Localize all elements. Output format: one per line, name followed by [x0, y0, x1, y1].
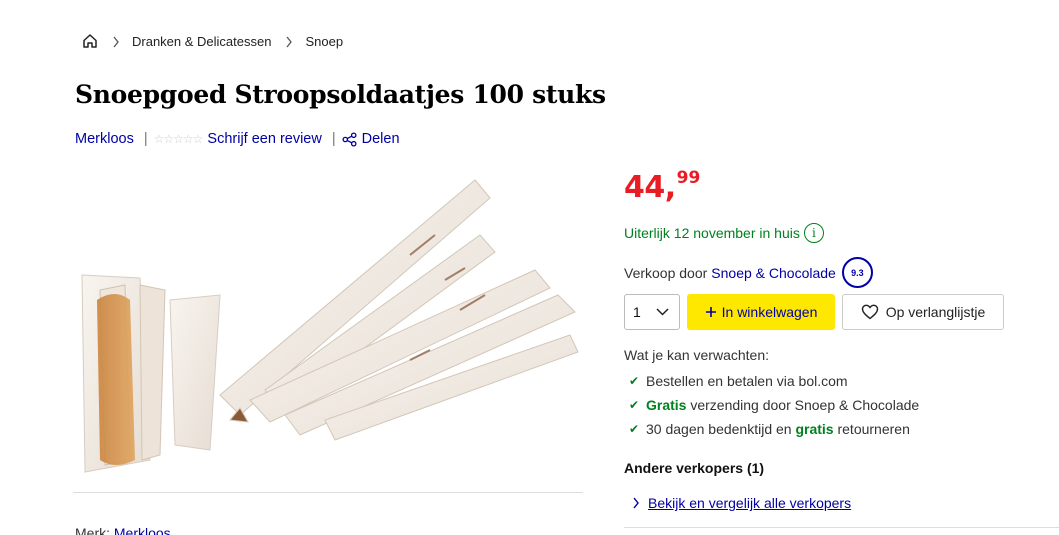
seller-link[interactable]: Snoep & Chocolade [711, 265, 836, 281]
buy-actions: 1 In winkelwagen Op verlanglijstje [624, 294, 1004, 330]
compare-sellers-label: Bekijk en vergelijk alle verkopers [648, 495, 852, 511]
other-sellers-heading: Andere verkopers (1) [624, 460, 765, 476]
list-item: ✔ Gratis verzending door Snoep & Chocola… [629, 393, 919, 417]
share-icon [342, 131, 357, 147]
divider [73, 492, 583, 493]
wishlist-label: Op verlanglijstje [885, 304, 986, 320]
breadcrumb: Dranken & Delicatessen Snoep [82, 31, 343, 51]
checkmark-icon: ✔ [629, 398, 640, 412]
share-button[interactable]: Delen [342, 131, 400, 147]
list-item: ✔ 30 dagen bedenktijd en gratis retourne… [629, 417, 919, 441]
brand-spec: Merk: Merkloos [75, 525, 171, 535]
quantity-value: 1 [633, 304, 641, 320]
share-label: Delen [361, 131, 400, 147]
product-image[interactable] [80, 160, 580, 475]
price-integer: 44, [624, 170, 676, 205]
home-icon[interactable] [82, 33, 98, 49]
price-cents: 99 [676, 168, 701, 188]
compare-sellers-link[interactable]: Bekijk en vergelijk alle verkopers [632, 495, 851, 511]
delivery-info: Uiterlijk 12 november in huis i [624, 223, 824, 243]
add-to-cart-label: In winkelwagen [721, 304, 818, 320]
delivery-text: Uiterlijk 12 november in huis [624, 225, 800, 241]
checkmark-icon: ✔ [629, 374, 640, 388]
expectation-text: Bestellen en betalen via bol.com [646, 373, 848, 389]
chevron-right-icon [633, 497, 639, 509]
heart-icon [861, 304, 878, 320]
list-item: ✔ Bestellen en betalen via bol.com [629, 369, 919, 393]
rating-stars: ☆☆☆☆☆ [153, 132, 204, 146]
seller-prefix: Verkoop door [624, 264, 708, 281]
seller-rating-badge[interactable]: 9.3 [841, 257, 873, 288]
expectations: Wat je kan verwachten: ✔ Bestellen en be… [624, 347, 919, 441]
brand-spec-link[interactable]: Merkloos [114, 525, 171, 535]
divider: | [143, 131, 148, 147]
expectation-text: 30 dagen bedenktijd en [646, 421, 796, 437]
breadcrumb-link-snoep[interactable]: Snoep [305, 34, 343, 49]
free-label: gratis [795, 421, 834, 437]
wishlist-button[interactable]: Op verlanglijstje [842, 294, 1004, 330]
add-to-cart-button[interactable]: In winkelwagen [687, 294, 835, 330]
quantity-select[interactable]: 1 [624, 294, 680, 330]
brand-link[interactable]: Merkloos [75, 131, 134, 147]
page-title: Snoepgoed Stroopsoldaatjes 100 stuks [75, 80, 606, 109]
expectation-text: retourneren [833, 421, 910, 437]
divider: | [331, 131, 336, 147]
chevron-right-icon [285, 35, 293, 48]
expectations-heading: Wat je kan verwachten: [624, 347, 769, 363]
seller-info: Verkoop door Snoep & Chocolade 9.3 [624, 257, 873, 288]
checkmark-icon: ✔ [629, 422, 640, 436]
expectation-text: verzending door Snoep & Chocolade [686, 397, 920, 413]
plus-icon [705, 307, 716, 317]
info-icon[interactable]: i [803, 223, 824, 243]
write-review-link[interactable]: Schrijf een review [207, 131, 321, 147]
chevron-down-icon [656, 308, 669, 316]
breadcrumb-link-dranken[interactable]: Dranken & Delicatessen [132, 34, 271, 49]
free-label: Gratis [646, 397, 687, 413]
product-meta: Merkloos | ☆☆☆☆☆ Schrijf een review | De… [75, 131, 400, 147]
price: 44,99 [624, 168, 700, 205]
divider [624, 527, 1059, 528]
chevron-right-icon [112, 35, 120, 48]
brand-spec-label: Merk: [75, 525, 114, 535]
